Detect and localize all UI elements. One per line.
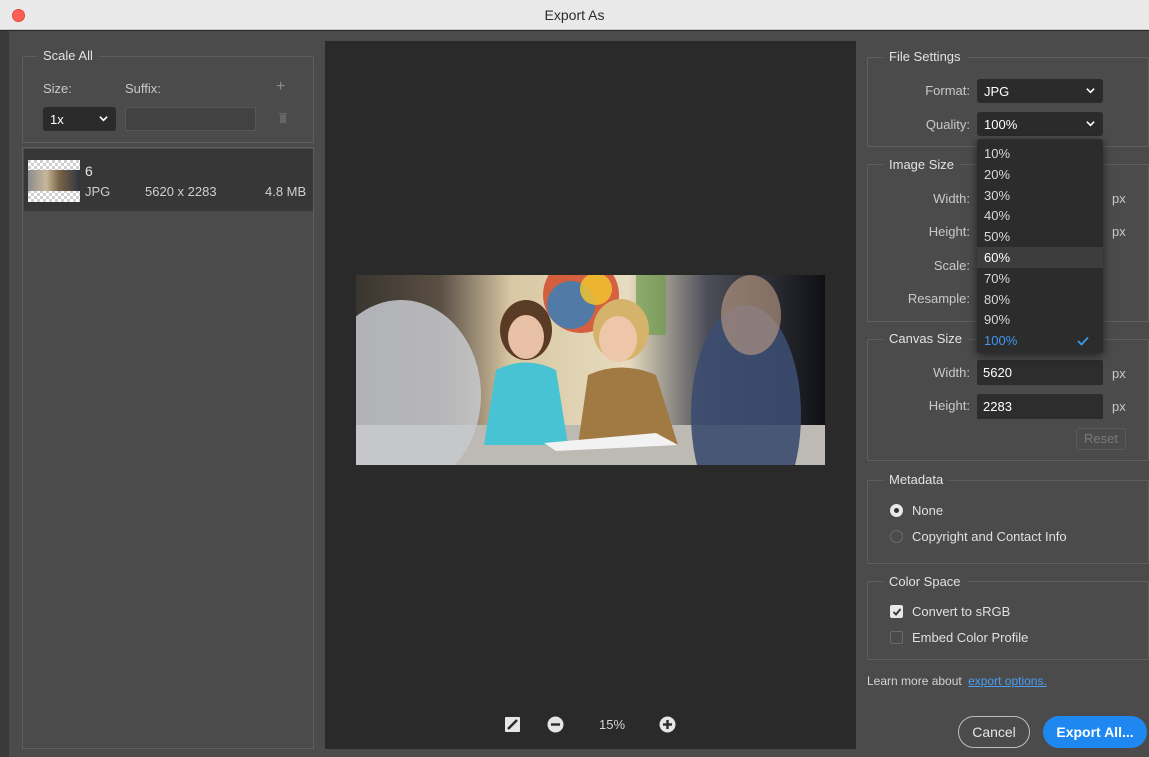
asset-filesize: 4.8 MB bbox=[265, 184, 307, 199]
metadata-group bbox=[867, 480, 1149, 564]
chevron-down-icon bbox=[1086, 88, 1095, 94]
metadata-none-label[interactable]: None bbox=[912, 503, 943, 518]
chevron-down-icon bbox=[1086, 121, 1095, 127]
canvas-height-label: Height: bbox=[928, 398, 970, 413]
image-size-legend: Image Size bbox=[883, 157, 961, 172]
quality-option[interactable]: 30% bbox=[977, 185, 1103, 206]
suffix-input[interactable] bbox=[125, 107, 256, 131]
convert-srgb-checkbox[interactable] bbox=[890, 605, 903, 618]
metadata-copyright-radio[interactable] bbox=[890, 530, 903, 543]
fit-screen-icon[interactable] bbox=[504, 716, 521, 733]
image-width-unit: px bbox=[1112, 191, 1126, 206]
chevron-down-icon bbox=[99, 116, 108, 122]
quality-option[interactable]: 90% bbox=[977, 309, 1103, 330]
reset-button[interactable]: Reset bbox=[1076, 428, 1126, 450]
quality-label: Quality: bbox=[925, 117, 970, 132]
asset-dimensions: 5620 x 2283 bbox=[145, 184, 217, 199]
quality-option[interactable]: 20% bbox=[977, 164, 1103, 185]
checkmark-icon bbox=[892, 608, 902, 616]
plus-icon[interactable]: + bbox=[276, 78, 285, 96]
learn-more-label: Learn more about bbox=[867, 674, 962, 688]
metadata-none-radio[interactable] bbox=[890, 504, 903, 517]
zoom-level: 15% bbox=[598, 717, 626, 732]
metadata-copyright-label[interactable]: Copyright and Contact Info bbox=[912, 529, 1067, 544]
checkmark-icon bbox=[1077, 337, 1089, 346]
scale-label: Scale: bbox=[933, 258, 970, 273]
quality-select[interactable]: 100% bbox=[977, 112, 1103, 136]
quality-option[interactable]: 60% bbox=[977, 247, 1103, 268]
color-space-legend: Color Space bbox=[883, 574, 967, 589]
canvas-width-input[interactable]: 5620 bbox=[977, 360, 1103, 385]
export-all-button[interactable]: Export All... bbox=[1043, 716, 1147, 748]
format-select[interactable]: JPG bbox=[977, 79, 1103, 103]
size-label: Size: bbox=[43, 81, 72, 96]
quality-option[interactable]: 80% bbox=[977, 289, 1103, 310]
asset-format: JPG bbox=[85, 184, 111, 199]
asset-name: 6 bbox=[85, 163, 93, 179]
window-edge bbox=[0, 31, 9, 757]
canvas-height-input[interactable]: 2283 bbox=[977, 394, 1103, 419]
preview-image bbox=[356, 275, 825, 465]
embed-profile-checkbox[interactable] bbox=[890, 631, 903, 644]
convert-srgb-label[interactable]: Convert to sRGB bbox=[912, 604, 1010, 619]
cancel-button[interactable]: Cancel bbox=[958, 716, 1030, 748]
quality-option[interactable]: 50% bbox=[977, 226, 1103, 247]
learn-more-text: Learn more about export options. bbox=[867, 674, 1047, 688]
size-select-value: 1x bbox=[50, 112, 64, 127]
window-title: Export As bbox=[544, 7, 605, 23]
format-select-value: JPG bbox=[984, 84, 1010, 99]
quality-option[interactable]: 70% bbox=[977, 268, 1103, 289]
metadata-legend: Metadata bbox=[883, 472, 950, 487]
embed-profile-label[interactable]: Embed Color Profile bbox=[912, 630, 1028, 645]
quality-select-value: 100% bbox=[984, 117, 1018, 132]
export-options-link[interactable]: export options. bbox=[968, 674, 1047, 688]
scale-all-legend: Scale All bbox=[37, 48, 99, 63]
quality-option[interactable]: 40% bbox=[977, 205, 1103, 226]
canvas-height-unit: px bbox=[1112, 399, 1126, 414]
canvas-width-label: Width: bbox=[933, 365, 970, 380]
trash-icon[interactable] bbox=[278, 112, 288, 124]
canvas-width-unit: px bbox=[1112, 366, 1126, 381]
quality-dropdown-menu: 10% 20% 30% 40% 50% 60% 70% 80% 90% 100% bbox=[977, 139, 1103, 353]
image-height-label: Height: bbox=[928, 224, 970, 239]
zoom-in-icon[interactable] bbox=[659, 716, 676, 733]
asset-thumbnail bbox=[28, 160, 80, 202]
format-label: Format: bbox=[925, 83, 970, 98]
resample-label: Resample: bbox=[907, 291, 970, 306]
size-select[interactable]: 1x bbox=[43, 107, 116, 131]
image-height-unit: px bbox=[1112, 224, 1126, 239]
color-space-group bbox=[867, 581, 1149, 660]
zoom-out-icon[interactable] bbox=[547, 716, 564, 733]
canvas-size-legend: Canvas Size bbox=[883, 331, 968, 346]
file-settings-legend: File Settings bbox=[883, 49, 967, 64]
asset-list bbox=[22, 147, 314, 749]
image-width-label: Width: bbox=[933, 191, 970, 206]
suffix-label: Suffix: bbox=[125, 81, 161, 96]
quality-option[interactable]: 10% bbox=[977, 143, 1103, 164]
quality-option[interactable]: 100% bbox=[977, 330, 1103, 351]
